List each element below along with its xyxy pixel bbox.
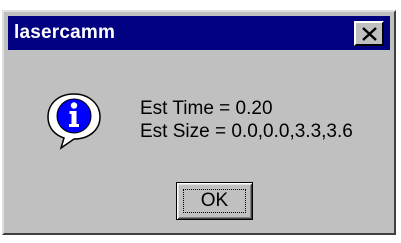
message-box-window: lasercamm Est Time = 0.20 Est Size = 0.0… <box>2 10 396 235</box>
title-bar[interactable]: lasercamm <box>8 16 390 50</box>
ok-button-label: OK <box>200 190 229 211</box>
information-icon <box>47 93 101 150</box>
ok-button[interactable]: OK <box>176 182 253 220</box>
close-icon <box>362 27 377 41</box>
close-button[interactable] <box>354 21 384 46</box>
window-title: lasercamm <box>14 22 116 43</box>
estimated-size-text: Est Size = 0.0,0.0,3.3,3.6 <box>140 121 353 142</box>
estimated-time-text: Est Time = 0.20 <box>140 98 273 119</box>
